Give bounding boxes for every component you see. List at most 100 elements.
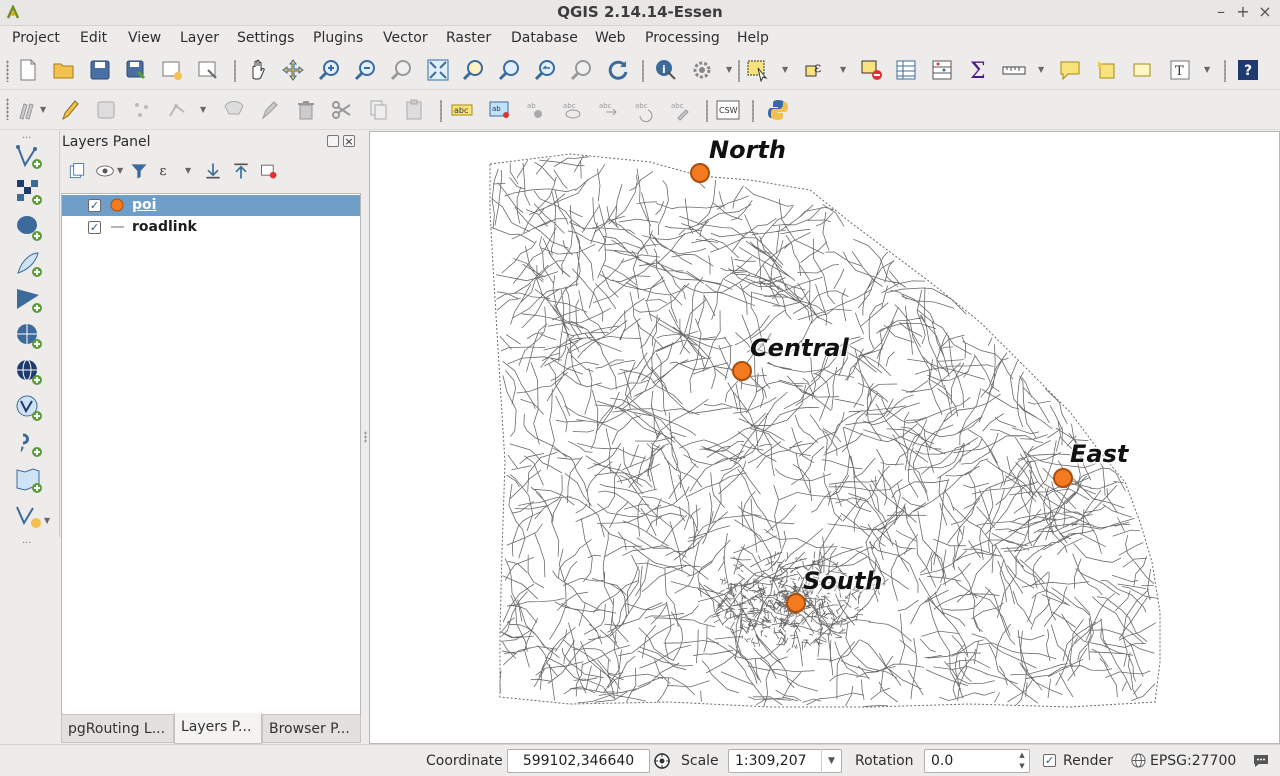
edits-dropdown[interactable]: ▼: [40, 98, 48, 122]
map-tips-icon[interactable]: [1058, 58, 1082, 82]
move-label-icon[interactable]: abc: [596, 98, 620, 122]
show-bookmarks-icon[interactable]: [1130, 58, 1154, 82]
minimize-button[interactable]: –: [1212, 2, 1230, 22]
expression-dropdown[interactable]: ▼: [840, 58, 848, 82]
rotate-label-icon[interactable]: abc: [632, 98, 656, 123]
close-panel-button[interactable]: ×: [343, 135, 355, 147]
menu-layer[interactable]: Layer: [180, 30, 219, 46]
menu-raster[interactable]: Raster: [446, 30, 491, 46]
node-tool-icon[interactable]: [222, 98, 246, 122]
add-wcs-layer-icon[interactable]: [14, 357, 44, 387]
expand-all-icon[interactable]: [203, 161, 223, 181]
new-shapefile-layer-icon[interactable]: [14, 501, 44, 531]
edit-pencil-icon[interactable]: [258, 98, 282, 122]
move-feature-icon[interactable]: [166, 98, 190, 122]
layer-labeling-icon[interactable]: abc: [450, 98, 474, 122]
copy-features-icon[interactable]: [366, 98, 390, 122]
toolbar-grip[interactable]: [6, 98, 9, 120]
coordinate-field[interactable]: 599102,346640: [507, 749, 650, 773]
statistical-summary-icon[interactable]: Σ: [966, 58, 990, 84]
highlight-pinned-labels-icon[interactable]: ab: [488, 98, 512, 122]
rotation-spinbox[interactable]: 0.0: [924, 749, 1030, 773]
menu-database[interactable]: Database: [511, 30, 578, 46]
menu-settings[interactable]: Settings: [237, 30, 294, 46]
crs-globe-icon[interactable]: [1131, 753, 1146, 768]
run-feature-action-icon[interactable]: [690, 58, 714, 82]
layer-row-roadlink[interactable]: ✓ roadlink: [62, 217, 360, 238]
close-window-button[interactable]: ×: [1256, 2, 1274, 22]
measure-line-icon[interactable]: [1002, 58, 1026, 82]
pin-labels-icon[interactable]: ab: [524, 98, 548, 122]
maximize-button[interactable]: +: [1234, 2, 1252, 22]
open-project-icon[interactable]: [52, 58, 76, 82]
pan-map-icon[interactable]: [246, 58, 270, 82]
expression-filter-dropdown[interactable]: ▼: [185, 159, 193, 183]
current-edits-icon[interactable]: [16, 98, 40, 122]
new-layer-dropdown[interactable]: ▼: [44, 509, 52, 533]
select-features-icon[interactable]: [746, 58, 770, 83]
menu-plugins[interactable]: Plugins: [313, 30, 363, 46]
menu-processing[interactable]: Processing: [645, 30, 720, 46]
toggle-extents-icon[interactable]: [653, 752, 671, 770]
select-by-expression-icon[interactable]: ε: [804, 58, 828, 82]
scale-dropdown-arrow[interactable]: ▼: [821, 749, 841, 773]
measure-dropdown[interactable]: ▼: [1038, 58, 1046, 82]
text-annotation-icon[interactable]: T: [1168, 58, 1192, 82]
render-checkbox[interactable]: ✓: [1043, 754, 1056, 767]
zoom-to-selection-icon[interactable]: [462, 58, 486, 82]
menu-web[interactable]: Web: [595, 30, 626, 46]
new-project-icon[interactable]: [16, 58, 40, 82]
action-dropdown[interactable]: ▼: [726, 58, 734, 82]
paste-features-icon[interactable]: [402, 98, 426, 122]
composer-manager-icon[interactable]: [196, 58, 220, 82]
python-console-icon[interactable]: [766, 98, 790, 122]
crs-label[interactable]: EPSG:27700: [1150, 753, 1236, 769]
zoom-native-icon[interactable]: [390, 58, 414, 82]
add-group-icon[interactable]: [67, 161, 87, 181]
save-project-icon[interactable]: [88, 58, 112, 82]
add-delimited-text-icon[interactable]: ,: [14, 429, 44, 459]
refresh-icon[interactable]: [606, 58, 630, 82]
field-calculator-icon[interactable]: [930, 58, 954, 82]
toggle-editing-icon[interactable]: [58, 98, 82, 122]
add-wfs-layer-icon[interactable]: [14, 393, 44, 423]
layer-visibility-checkbox[interactable]: ✓: [88, 199, 101, 212]
tab-browser-panel[interactable]: Browser P...: [262, 714, 361, 743]
collapse-all-icon[interactable]: [231, 161, 251, 181]
attribute-table-icon[interactable]: [894, 58, 918, 82]
annotation-dropdown[interactable]: ▼: [1204, 58, 1212, 82]
map-canvas[interactable]: North Central East South: [369, 131, 1280, 744]
tab-pgrouting[interactable]: pgRouting L...: [61, 714, 174, 743]
filter-by-expression-icon[interactable]: ε: [157, 161, 177, 181]
float-panel-button[interactable]: [327, 135, 339, 147]
add-raster-layer-icon[interactable]: [14, 177, 44, 207]
tab-layers-panel[interactable]: Layers P...: [174, 713, 262, 744]
add-vector-layer-icon[interactable]: [14, 141, 44, 171]
select-dropdown[interactable]: ▼: [782, 58, 790, 82]
manage-visibility-icon[interactable]: [95, 161, 115, 181]
rotation-stepper[interactable]: ▲ ▼: [1016, 750, 1028, 772]
menu-vector[interactable]: Vector: [383, 30, 428, 46]
move-dropdown[interactable]: ▼: [200, 98, 208, 122]
zoom-in-icon[interactable]: [318, 58, 342, 82]
identify-features-icon[interactable]: i: [654, 58, 678, 82]
zoom-to-layer-icon[interactable]: [498, 58, 522, 82]
layer-row-poi[interactable]: ✓ poi: [62, 195, 360, 216]
csw-icon[interactable]: CSW: [716, 98, 740, 122]
deselect-features-icon[interactable]: [860, 58, 884, 82]
add-virtual-layer-icon[interactable]: [14, 465, 44, 495]
filter-legend-icon[interactable]: [129, 161, 149, 181]
remove-layer-icon[interactable]: [259, 161, 279, 181]
layer-visibility-checkbox[interactable]: ✓: [88, 221, 101, 234]
zoom-last-icon[interactable]: [534, 58, 558, 82]
help-icon[interactable]: ?: [1236, 58, 1260, 82]
toolbar-handle-bottom[interactable]: ···: [22, 538, 32, 549]
new-print-composer-icon[interactable]: [160, 58, 184, 82]
add-feature-icon[interactable]: [130, 98, 154, 122]
menu-help[interactable]: Help: [737, 30, 769, 46]
add-mssql-layer-icon[interactable]: [14, 285, 44, 315]
show-hide-labels-icon[interactable]: abc: [560, 98, 584, 122]
delete-selected-icon[interactable]: [294, 98, 318, 122]
menu-project[interactable]: Project: [12, 30, 60, 46]
save-edits-icon[interactable]: [94, 98, 118, 122]
